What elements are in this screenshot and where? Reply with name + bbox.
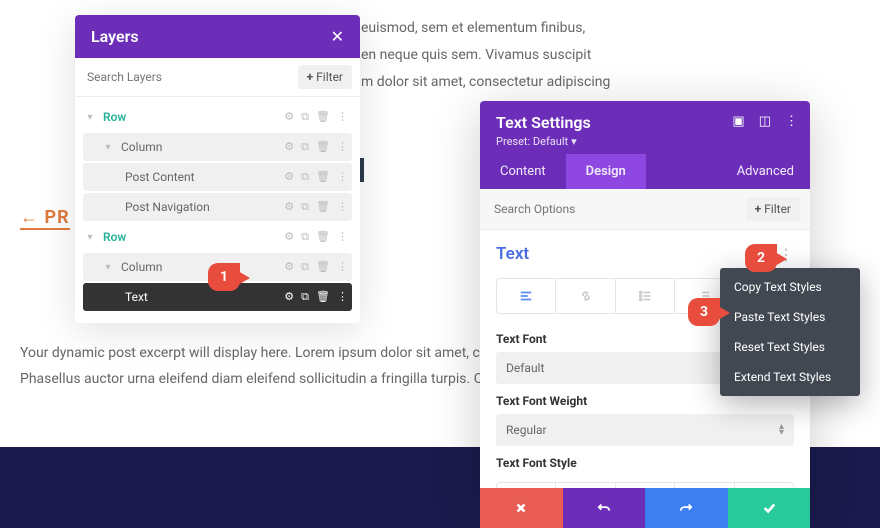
gear-icon[interactable]: ⚙	[284, 140, 294, 154]
settings-preset[interactable]: Preset: Default▾	[496, 135, 794, 148]
context-menu: Copy Text Styles Paste Text Styles Reset…	[720, 268, 860, 396]
weight-select[interactable]: Regular ▴▾	[496, 414, 794, 446]
delete-icon[interactable]: 🗑	[316, 230, 330, 244]
align-icon[interactable]	[497, 279, 556, 313]
tree-row-postcontent[interactable]: Post Content ⚙ ⧉ 🗑 ⋮	[83, 163, 352, 191]
settings-search-row: +Filter	[480, 189, 810, 230]
layers-search-row: +Filter	[75, 58, 360, 97]
tree-row-row1[interactable]: ▾ Row ⚙ ⧉ 🗑 ⋮	[83, 103, 352, 131]
gear-icon[interactable]: ⚙	[284, 170, 294, 184]
tab-content[interactable]: Content	[480, 154, 566, 189]
duplicate-icon[interactable]: ⧉	[301, 140, 309, 154]
caret-icon[interactable]: ▾	[101, 262, 115, 273]
duplicate-icon[interactable]: ⧉	[301, 170, 309, 184]
gear-icon[interactable]: ⚙	[284, 260, 294, 274]
weight-value: Regular	[506, 423, 547, 437]
layers-title: Layers	[91, 27, 139, 46]
tab-spacer	[646, 154, 729, 189]
layers-search-input[interactable]	[83, 64, 298, 90]
tree-label: Post Navigation	[119, 200, 284, 214]
duplicate-icon[interactable]: ⧉	[301, 230, 309, 244]
settings-filter-button[interactable]: +Filter	[746, 197, 800, 221]
tree-row-column1[interactable]: ▾ Column ⚙ ⧉ 🗑 ⋮	[83, 133, 352, 161]
excerpt-text: Your dynamic post excerpt will display h…	[20, 341, 488, 367]
callout-2: 2	[745, 244, 777, 272]
chevron-down-icon: ▾	[571, 135, 577, 148]
gear-icon[interactable]: ⚙	[284, 290, 294, 304]
more-icon[interactable]: ⋮	[337, 200, 348, 214]
more-icon[interactable]: ⋮	[785, 114, 798, 129]
label-style: Text Font Style	[480, 446, 810, 476]
confirm-button[interactable]	[728, 488, 811, 528]
layers-filter-button[interactable]: +Filter	[298, 65, 352, 89]
duplicate-icon[interactable]: ⧉	[301, 290, 309, 304]
bg-text: en neque quis sem. Vivamus suscipit	[361, 43, 591, 69]
tabs: Content Design Advanced	[480, 154, 810, 189]
caret-icon[interactable]: ▾	[101, 142, 115, 153]
delete-icon[interactable]: 🗑	[316, 200, 330, 214]
duplicate-icon[interactable]: ⧉	[301, 260, 309, 274]
delete-icon[interactable]: 🗑	[316, 110, 330, 124]
delete-icon[interactable]: 🗑	[316, 290, 330, 304]
callout-3: 3	[688, 298, 720, 326]
redo-button[interactable]	[645, 488, 728, 528]
close-icon[interactable]: ✕	[331, 27, 344, 46]
filter-label: Filter	[316, 70, 343, 84]
excerpt-text: Phasellus auctor urna eleifend diam elei…	[20, 367, 491, 393]
tab-advanced[interactable]: Advanced	[729, 154, 810, 189]
settings-search-input[interactable]	[490, 197, 746, 221]
delete-icon[interactable]: 🗑	[316, 260, 330, 274]
more-icon[interactable]: ⋮	[337, 110, 348, 124]
plus-icon: +	[755, 202, 762, 216]
delete-icon[interactable]: 🗑	[316, 170, 330, 184]
callout-1: 1	[208, 263, 240, 291]
gear-icon[interactable]: ⚙	[284, 230, 294, 244]
more-icon[interactable]: ⋮	[337, 230, 348, 244]
ctx-paste[interactable]: Paste Text Styles	[720, 302, 860, 332]
bottom-bar	[480, 488, 810, 528]
cancel-button[interactable]	[480, 488, 563, 528]
layout-icon[interactable]: ◫	[759, 114, 771, 129]
tree-row-postnav[interactable]: Post Navigation ⚙ ⧉ 🗑 ⋮	[83, 193, 352, 221]
list-ul-icon[interactable]	[616, 279, 675, 313]
bg-text: euismod, sem et elementum finibus,	[361, 16, 585, 42]
bg-text: m dolor sit amet, consectetur adipiscing	[361, 70, 610, 96]
more-icon[interactable]: ⋮	[337, 260, 348, 274]
filter-label: Filter	[764, 202, 791, 216]
focus-icon[interactable]: ▣	[732, 114, 744, 129]
tree-label: Row	[97, 230, 284, 244]
gear-icon[interactable]: ⚙	[284, 200, 294, 214]
ctx-extend[interactable]: Extend Text Styles	[720, 362, 860, 392]
tree-label: Column	[115, 260, 284, 274]
settings-header: Text Settings Preset: Default▾ ▣ ◫ ⋮	[480, 101, 810, 154]
prev-link[interactable]: ← PR	[20, 207, 70, 230]
delete-icon[interactable]: 🗑	[316, 140, 330, 154]
more-icon[interactable]: ⋮	[337, 290, 348, 304]
more-icon[interactable]: ⋮	[337, 170, 348, 184]
plus-icon: +	[307, 70, 314, 84]
tree-label: Text	[119, 290, 284, 304]
stepper-icon[interactable]: ▴▾	[779, 424, 784, 436]
tab-design[interactable]: Design	[566, 154, 646, 189]
tree-row-row2[interactable]: ▾ Row ⚙ ⧉ 🗑 ⋮	[83, 223, 352, 251]
font-value: Default	[506, 361, 544, 375]
undo-button[interactable]	[563, 488, 646, 528]
layers-header: Layers ✕	[75, 15, 360, 58]
more-icon[interactable]: ⋮	[337, 140, 348, 154]
duplicate-icon[interactable]: ⧉	[301, 200, 309, 214]
section-title: Text	[496, 244, 529, 264]
ctx-reset[interactable]: Reset Text Styles	[720, 332, 860, 362]
tree-label: Column	[115, 140, 284, 154]
link-icon[interactable]	[556, 279, 615, 313]
caret-icon[interactable]: ▾	[83, 112, 97, 123]
gear-icon[interactable]: ⚙	[284, 110, 294, 124]
ctx-copy[interactable]: Copy Text Styles	[720, 272, 860, 302]
caret-icon[interactable]: ▾	[83, 232, 97, 243]
prev-link-text: PR	[44, 207, 69, 228]
tree-label: Row	[97, 110, 284, 124]
duplicate-icon[interactable]: ⧉	[301, 110, 309, 124]
tree-label: Post Content	[119, 170, 284, 184]
